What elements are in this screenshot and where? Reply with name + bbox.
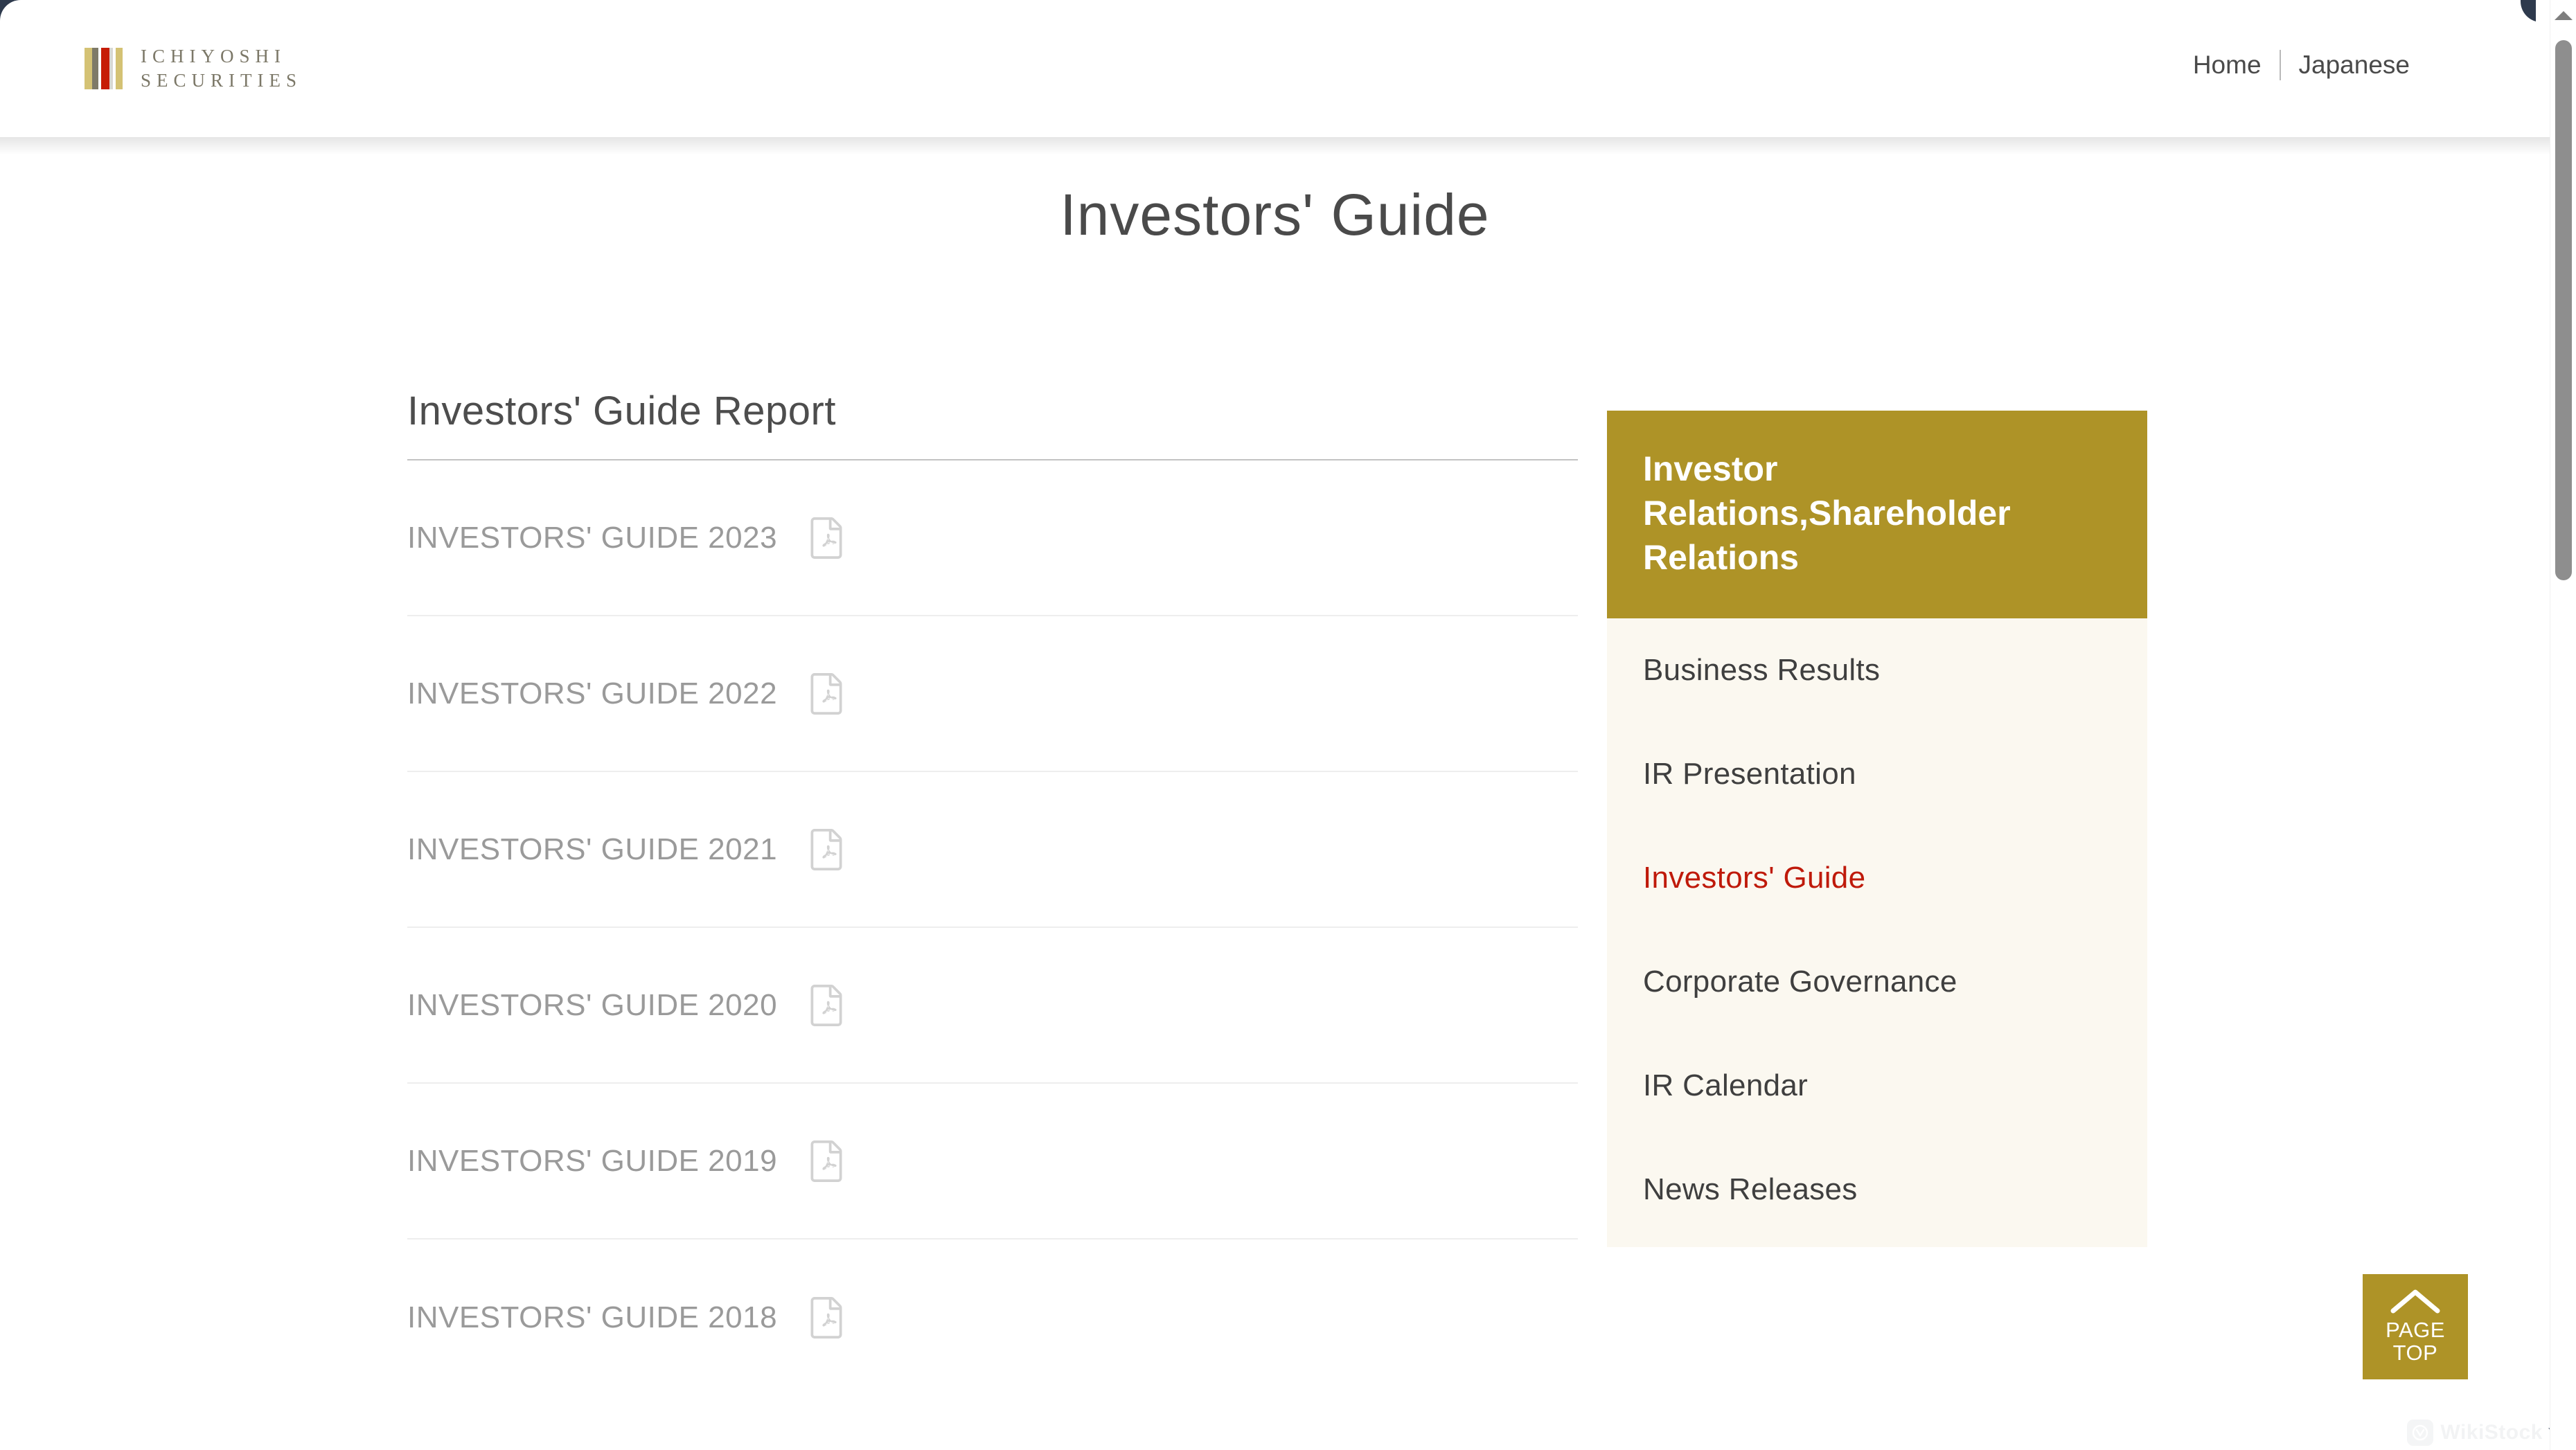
sidebar-header-title: Investor Relations,Shareholder Relations — [1643, 449, 2011, 577]
pdf-file-icon — [810, 984, 842, 1026]
report-row[interactable]: INVESTORS' GUIDE 2021 — [407, 772, 1578, 928]
pdf-file-icon — [810, 1140, 842, 1182]
logo-line-2: SECURITIES — [141, 70, 303, 91]
report-row[interactable]: INVESTORS' GUIDE 2022 — [407, 616, 1578, 772]
chevron-up-icon — [2390, 1289, 2440, 1314]
page-top-button[interactable]: PAGE TOP — [2363, 1274, 2468, 1379]
window-corner-left-mask — [0, 0, 42, 32]
site-logo[interactable]: ICHIYOSHI SECURITIES — [85, 46, 302, 91]
report-label: INVESTORS' GUIDE 2018 — [407, 1300, 778, 1334]
sidebar-item-business-results[interactable]: Business Results — [1607, 618, 2147, 722]
sidebar-item-corporate-governance[interactable]: Corporate Governance — [1607, 930, 2147, 1034]
header-shadow — [0, 137, 2550, 155]
logo-wordmark: ICHIYOSHI SECURITIES — [141, 46, 302, 91]
sidebar-item-ir-calendar[interactable]: IR Calendar — [1607, 1034, 2147, 1138]
site-header: ICHIYOSHI SECURITIES Home Japanese — [0, 0, 2550, 137]
report-label: INVESTORS' GUIDE 2020 — [407, 987, 778, 1022]
pdf-file-icon — [810, 517, 842, 559]
sidebar-item-investors-guide[interactable]: Investors' Guide — [1607, 826, 2147, 930]
page-top-label-line1: PAGE — [2386, 1318, 2445, 1343]
global-navigation: Home Japanese — [2175, 50, 2428, 80]
nav-link-japanese[interactable]: Japanese — [2281, 51, 2428, 80]
wikistock-watermark: WikiStock — [2407, 1420, 2543, 1446]
page-title: Investors' Guide — [1060, 182, 1490, 247]
report-label: INVESTORS' GUIDE 2021 — [407, 832, 778, 866]
page-scrollbar[interactable] — [2550, 0, 2576, 1450]
report-row[interactable]: INVESTORS' GUIDE 2018 — [407, 1239, 1578, 1395]
report-label: INVESTORS' GUIDE 2023 — [407, 520, 778, 555]
section-heading: Investors' Guide Report — [407, 388, 836, 433]
sidebar-menu: Business Results IR Presentation Investo… — [1607, 618, 2147, 1242]
scrollbar-thumb[interactable] — [2555, 40, 2572, 580]
report-label: INVESTORS' GUIDE 2019 — [407, 1143, 778, 1178]
report-label: INVESTORS' GUIDE 2022 — [407, 676, 778, 710]
sidebar-item-news-releases[interactable]: News Releases — [1607, 1138, 2147, 1242]
nav-link-home[interactable]: Home — [2175, 51, 2280, 80]
page-top-label-line2: TOP — [2392, 1341, 2438, 1365]
sidebar-header: Investor Relations,Shareholder Relations — [1607, 411, 2147, 618]
wikistock-watermark-text: WikiStock — [2440, 1421, 2543, 1444]
scrollbar-up-arrow-icon[interactable] — [2554, 11, 2573, 20]
investors-guide-report-section: Investors' Guide Report INVESTORS' GUIDE… — [407, 388, 1578, 1395]
report-row[interactable]: INVESTORS' GUIDE 2023 — [407, 460, 1578, 616]
pdf-file-icon — [810, 1296, 842, 1339]
ir-sidebar: Investor Relations,Shareholder Relations… — [1607, 411, 2147, 1247]
sidebar-item-ir-presentation[interactable]: IR Presentation — [1607, 722, 2147, 826]
report-row[interactable]: INVESTORS' GUIDE 2019 — [407, 1084, 1578, 1239]
wikistock-logo-icon — [2407, 1420, 2434, 1446]
pdf-file-icon — [810, 672, 842, 715]
browser-viewport: ICHIYOSHI SECURITIES Home Japanese Inves… — [0, 0, 2576, 1450]
pdf-file-icon — [810, 828, 842, 870]
logo-bars-icon — [85, 48, 123, 90]
logo-line-1: ICHIYOSHI — [141, 46, 286, 66]
content-wrapper: Investors' Guide Report INVESTORS' GUIDE… — [0, 388, 2550, 1450]
report-row[interactable]: INVESTORS' GUIDE 2020 — [407, 928, 1578, 1084]
